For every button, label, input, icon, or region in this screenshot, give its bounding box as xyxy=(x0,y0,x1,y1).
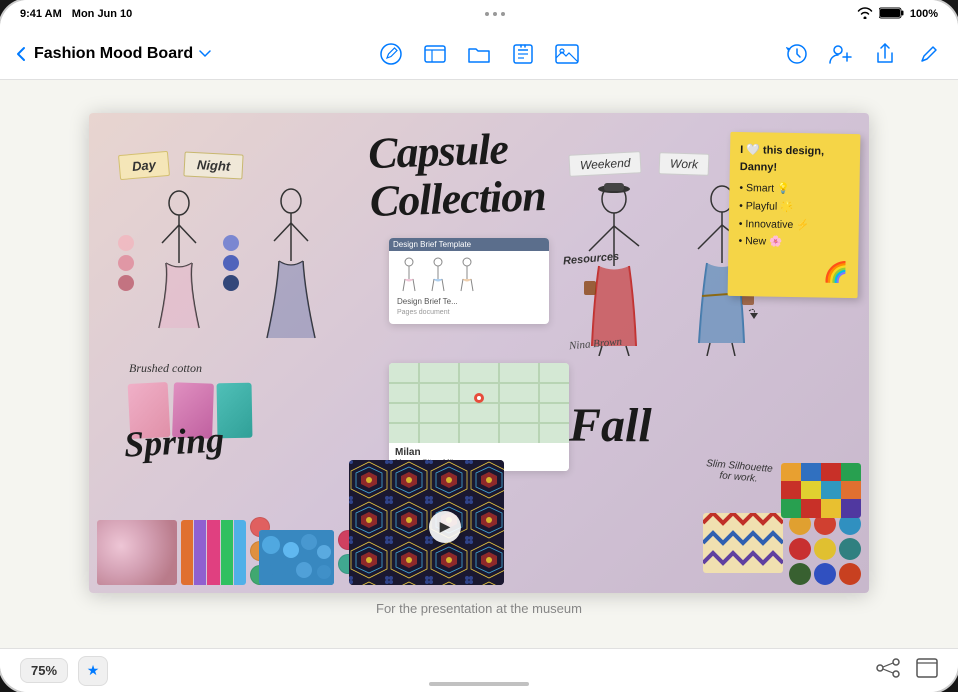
card-body-text: Design Brief Te... xyxy=(397,296,541,307)
card-title-bar: Design Brief Template xyxy=(389,238,549,251)
status-bar: 9:41 AM Mon Jun 10 xyxy=(0,0,958,28)
status-center xyxy=(485,12,505,16)
map-visual xyxy=(389,363,569,443)
bottom-right-tools xyxy=(876,658,938,684)
night-tag: Night xyxy=(183,151,243,179)
sticky-title: I 🤍 this design, Danny! xyxy=(740,142,851,177)
bottom-left-swatches xyxy=(97,517,270,585)
bottom-mid-swatches xyxy=(259,530,358,585)
share-icon[interactable] xyxy=(872,41,898,67)
toolbar-right xyxy=(633,41,942,67)
star-button[interactable]: ★ xyxy=(78,656,108,686)
fabric-label: Brushed cotton xyxy=(129,361,202,376)
mood-board-canvas[interactable]: CapsuleCollection Day Night xyxy=(89,113,869,593)
status-right: 100% xyxy=(857,7,938,22)
edit-icon[interactable] xyxy=(916,41,942,67)
card-subtitle: Pages document xyxy=(397,309,541,316)
night-sketch xyxy=(219,183,339,343)
document-title[interactable]: Fashion Mood Board xyxy=(34,45,211,63)
mosaic-pattern xyxy=(349,460,504,585)
status-dot-2 xyxy=(493,12,497,16)
rainbow-emoji: 🌈 xyxy=(738,256,849,288)
toolbar-left: Fashion Mood Board xyxy=(16,45,325,63)
screen: 9:41 AM Mon Jun 10 xyxy=(0,0,958,692)
status-date: Mon Jun 10 xyxy=(72,8,133,20)
add-collaborator-icon[interactable] xyxy=(828,41,854,67)
silhouette-note: Slim Silhouette for work. xyxy=(698,457,780,486)
toolbar: Fashion Mood Board xyxy=(0,28,958,80)
left-section: Day Night xyxy=(109,143,359,563)
ipad-shell: 9:41 AM Mon Jun 10 xyxy=(0,0,958,692)
canvas-caption: For the presentation at the museum xyxy=(376,601,582,616)
image-insert-icon[interactable] xyxy=(554,41,580,67)
status-dot-1 xyxy=(485,12,489,16)
sticky-item-1: • Smart 💡 xyxy=(739,181,849,199)
status-left: 9:41 AM Mon Jun 10 xyxy=(20,8,132,20)
wifi-icon xyxy=(857,7,873,22)
history-icon[interactable] xyxy=(784,41,810,67)
zoom-area: 75% ★ xyxy=(20,656,108,686)
sticky-note: I 🤍 this design, Danny! • Smart 💡 • Play… xyxy=(728,131,861,297)
zoom-level[interactable]: 75% xyxy=(20,658,68,683)
day-sketch xyxy=(114,183,224,343)
geo-swatch xyxy=(781,463,861,518)
battery-icon xyxy=(879,7,904,22)
sticky-item-4: • New 🌸 xyxy=(738,234,848,252)
network-icon[interactable] xyxy=(876,658,900,684)
weekend-tag: Weekend xyxy=(568,151,642,177)
right-mid-swatches xyxy=(781,463,861,518)
sticky-item-3: • Innovative ⚡ xyxy=(739,216,849,234)
right-bottom-grids xyxy=(703,513,861,585)
design-brief-card: Design Brief Template xyxy=(389,238,549,324)
color-strips-swatch xyxy=(181,520,246,585)
status-time: 9:41 AM xyxy=(20,8,62,20)
main-content: CapsuleCollection Day Night xyxy=(0,80,958,648)
sticky-list: • Smart 💡 • Playful 🌟 • Innovative ⚡ • N… xyxy=(738,181,849,252)
browser-icon[interactable] xyxy=(422,41,448,67)
capsule-title: CapsuleCollection xyxy=(367,123,546,226)
star-icon: ★ xyxy=(87,662,100,679)
text-box-icon[interactable] xyxy=(510,41,536,67)
candy-swatch xyxy=(259,530,334,585)
weekend-sketch xyxy=(564,181,664,356)
home-indicator xyxy=(429,682,529,686)
toolbar-center xyxy=(325,41,634,67)
battery-percent: 100% xyxy=(910,8,938,20)
work-tag: Work xyxy=(659,152,710,176)
map-card: Milan Maps • City • Mil... xyxy=(389,363,569,471)
folder-icon[interactable] xyxy=(466,41,492,67)
color-circle-grid xyxy=(789,513,861,585)
fullscreen-icon[interactable] xyxy=(916,658,938,684)
pencil-circle-icon[interactable] xyxy=(378,41,404,67)
status-dot-3 xyxy=(501,12,505,16)
zigzag-swatch xyxy=(703,513,783,573)
sticky-item-2: • Playful 🌟 xyxy=(739,198,849,216)
spring-text: Spring xyxy=(123,418,225,465)
back-button[interactable] xyxy=(16,46,26,62)
play-button[interactable]: ▶ xyxy=(429,511,461,543)
day-tag: Day xyxy=(118,150,170,179)
fall-text: Fall xyxy=(569,398,652,453)
floral-swatch xyxy=(97,520,177,585)
